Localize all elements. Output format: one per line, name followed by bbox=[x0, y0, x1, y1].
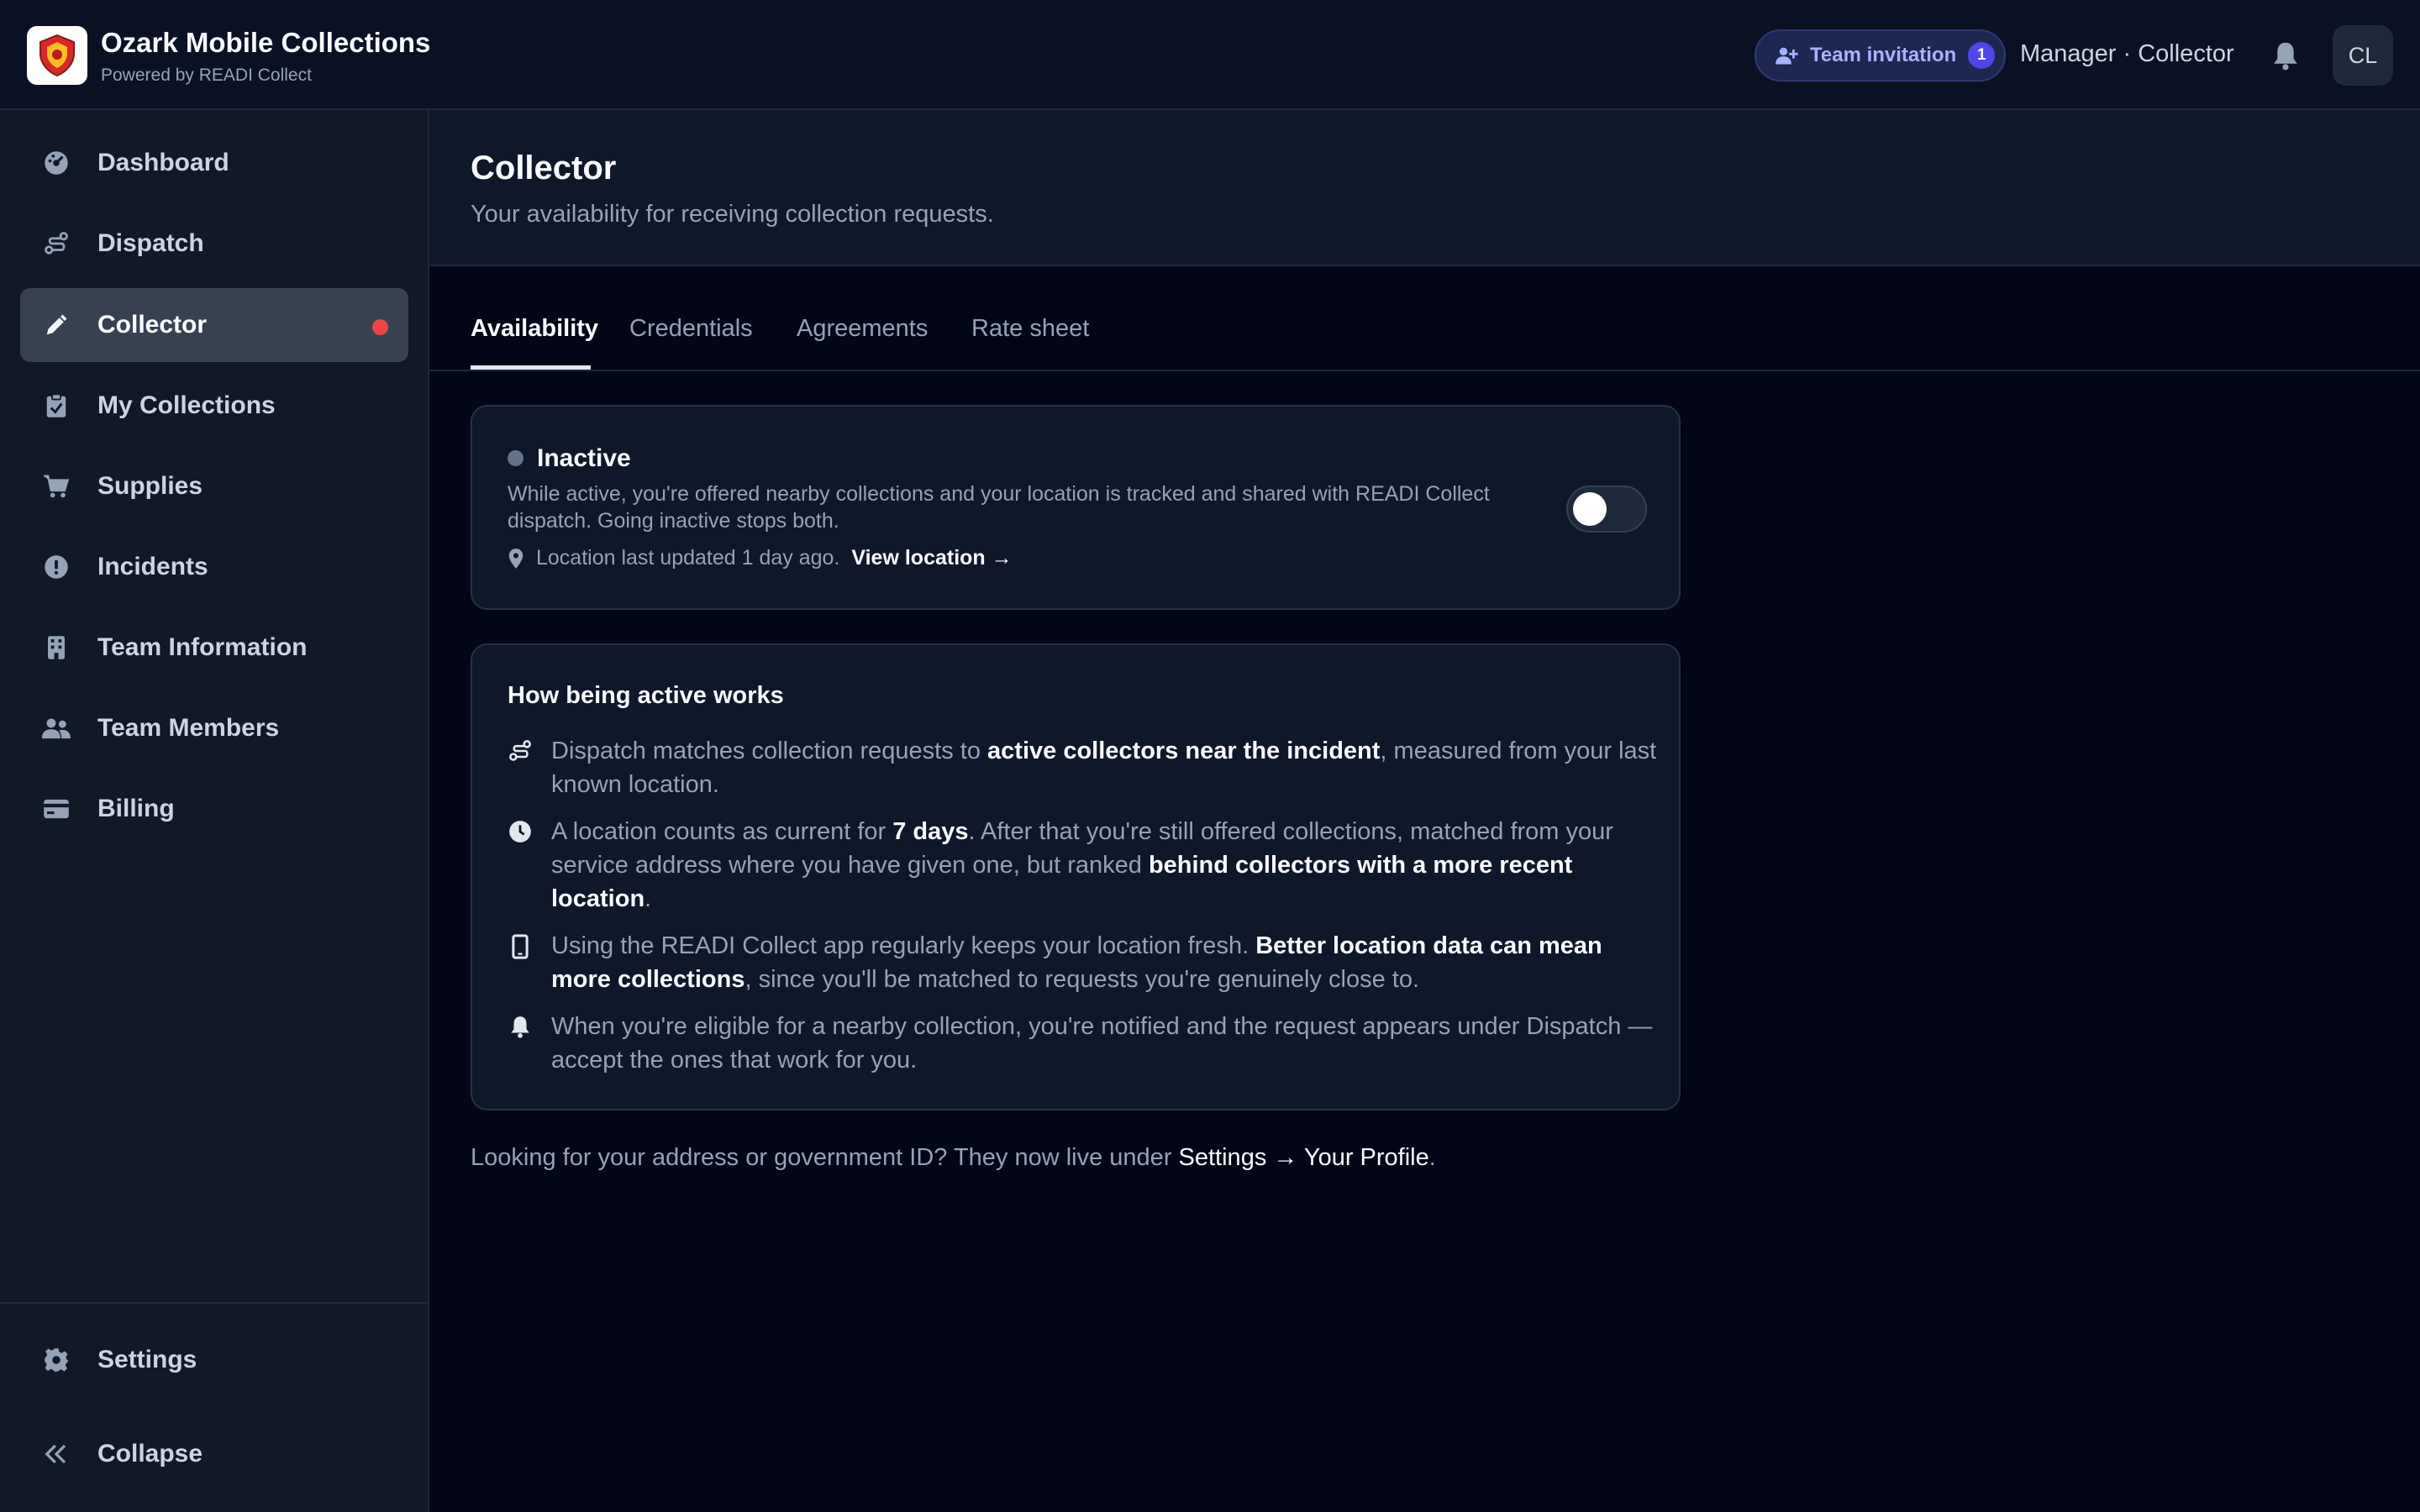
toggle-knob bbox=[1573, 492, 1607, 526]
user-plus-icon bbox=[1776, 47, 1798, 65]
list-item: Using the READI Collect app regularly ke… bbox=[508, 929, 1667, 996]
sidebar-item-label: Dashboard bbox=[97, 149, 229, 176]
how-item-text: A location counts as current for 7 days.… bbox=[551, 818, 1613, 912]
list-item: When you're eligible for a nearby collec… bbox=[508, 1010, 1667, 1077]
pencil-icon bbox=[42, 311, 71, 339]
view-location-link[interactable]: View location → bbox=[851, 546, 1012, 570]
sidebar-item-collector[interactable]: Collector bbox=[20, 288, 408, 362]
user-role: Manager · Collector bbox=[2020, 40, 2234, 67]
sidebar-item-incidents[interactable]: Incidents bbox=[20, 530, 408, 604]
availability-status-card: Inactive While active, you're offered ne… bbox=[471, 405, 1681, 610]
sidebar-item-my-collections[interactable]: My Collections bbox=[20, 369, 408, 443]
location-info: Location last updated 1 day ago. View lo… bbox=[508, 546, 1013, 570]
tab-availability[interactable]: Availability bbox=[471, 315, 598, 343]
sidebar-item-label: Collector bbox=[97, 311, 208, 339]
how-title: How being active works bbox=[508, 682, 784, 709]
cart-icon bbox=[42, 472, 71, 501]
sidebar-item-dispatch[interactable]: Dispatch bbox=[20, 207, 408, 281]
how-item-text: When you're eligible for a nearby collec… bbox=[551, 1013, 1653, 1074]
dashboard-icon bbox=[42, 149, 71, 177]
phone-icon bbox=[508, 929, 533, 996]
active-tab-indicator bbox=[471, 365, 591, 370]
chevrons-left-icon bbox=[42, 1440, 71, 1468]
route-icon bbox=[508, 734, 533, 801]
building-icon bbox=[42, 633, 71, 662]
page-subtitle: Your availability for receiving collecti… bbox=[471, 201, 994, 228]
status-indicator-dot bbox=[508, 450, 523, 466]
gear-icon bbox=[42, 1346, 71, 1374]
shield-logo-icon bbox=[39, 34, 75, 77]
clipboard-check-icon bbox=[42, 391, 71, 420]
top-bar: Ozark Mobile Collections Powered by READ… bbox=[0, 0, 2420, 110]
bell-icon bbox=[2274, 42, 2297, 71]
sidebar-item-dashboard[interactable]: Dashboard bbox=[20, 126, 408, 200]
page-title: Collector bbox=[471, 150, 617, 186]
sidebar: Dashboard Dispatch Collector My Collecti… bbox=[0, 110, 429, 1512]
profile-moved-note: Looking for your address or government I… bbox=[471, 1144, 1436, 1171]
active-toggle[interactable] bbox=[1566, 486, 1647, 533]
location-updated-text: Location last updated 1 day ago. bbox=[536, 546, 840, 570]
sidebar-item-team-members[interactable]: Team Members bbox=[20, 691, 408, 765]
list-item: A location counts as current for 7 days.… bbox=[508, 815, 1667, 916]
sidebar-item-label: Supplies bbox=[97, 472, 203, 500]
bell-icon bbox=[508, 1010, 533, 1077]
how-item-text: Dispatch matches collection requests to … bbox=[551, 738, 1657, 798]
sidebar-item-billing[interactable]: Billing bbox=[20, 772, 408, 846]
team-invitation-button[interactable]: Team invitation 1 bbox=[1754, 29, 2006, 81]
settings-label: Settings bbox=[97, 1346, 197, 1373]
notifications-button[interactable] bbox=[2269, 39, 2302, 72]
app-logo[interactable] bbox=[27, 26, 87, 85]
avatar[interactable]: CL bbox=[2333, 25, 2393, 86]
team-invitation-label: Team invitation bbox=[1810, 44, 1957, 66]
page-header: Collector Your availability for receivin… bbox=[429, 110, 2420, 266]
sidebar-item-team-information[interactable]: Team Information bbox=[20, 611, 408, 685]
sidebar-divider bbox=[0, 1302, 428, 1304]
tab-bar: Availability Credentials Agreements Rate… bbox=[429, 266, 2420, 371]
settings-profile-link[interactable]: Settings → Your Profile bbox=[1179, 1144, 1429, 1171]
users-icon bbox=[42, 714, 71, 743]
alert-dot bbox=[372, 319, 388, 335]
list-item: Dispatch matches collection requests to … bbox=[508, 734, 1667, 801]
sidebar-item-label: Team Information bbox=[97, 633, 308, 661]
how-item-text: Using the READI Collect app regularly ke… bbox=[551, 932, 1602, 993]
sidebar-item-supplies[interactable]: Supplies bbox=[20, 449, 408, 523]
collapse-label: Collapse bbox=[97, 1440, 203, 1467]
sidebar-item-label: Billing bbox=[97, 795, 175, 822]
sidebar-item-label: Team Members bbox=[97, 714, 280, 742]
route-icon bbox=[42, 229, 71, 258]
invitation-count-badge: 1 bbox=[1968, 42, 1996, 69]
map-pin-icon bbox=[508, 548, 523, 569]
credit-card-icon bbox=[42, 795, 71, 823]
clock-icon bbox=[508, 815, 533, 916]
status-description: While active, you're offered nearby coll… bbox=[508, 482, 1490, 533]
collapse-button[interactable]: Collapse bbox=[20, 1417, 408, 1491]
sidebar-item-label: Incidents bbox=[97, 553, 208, 580]
tab-credentials[interactable]: Credentials bbox=[629, 315, 753, 343]
status-label: Inactive bbox=[537, 444, 631, 472]
app-subtitle: Powered by READI Collect bbox=[101, 66, 312, 85]
how-active-works-card: How being active works Dispatch matches … bbox=[471, 643, 1681, 1110]
app-title: Ozark Mobile Collections bbox=[101, 27, 431, 58]
alert-circle-icon bbox=[42, 553, 71, 581]
sidebar-item-settings[interactable]: Settings bbox=[20, 1323, 408, 1397]
tab-agreements[interactable]: Agreements bbox=[797, 315, 928, 343]
tab-rate-sheet[interactable]: Rate sheet bbox=[971, 315, 1089, 343]
sidebar-item-label: Dispatch bbox=[97, 229, 204, 257]
sidebar-item-label: My Collections bbox=[97, 391, 276, 419]
